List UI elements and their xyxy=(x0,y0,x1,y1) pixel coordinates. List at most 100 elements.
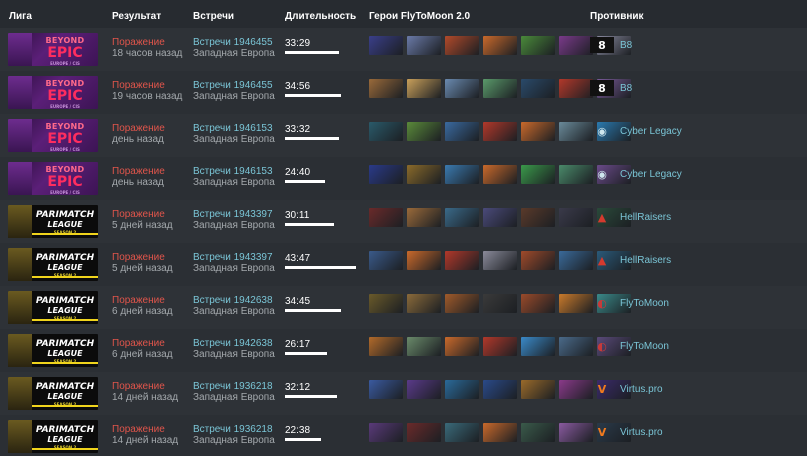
hero-portrait[interactable] xyxy=(521,294,555,313)
table-row[interactable]: PARIMATCHLEAGUESEASON 2 Поражение14 дней … xyxy=(0,415,807,456)
b8-logo-icon[interactable]: 8 xyxy=(590,80,614,96)
cyber-legacy-logo-icon[interactable]: ◉ xyxy=(590,166,614,182)
hero-portrait[interactable] xyxy=(445,380,479,399)
b8-logo-icon[interactable]: 8 xyxy=(590,37,614,53)
match-link[interactable]: Встречи 1946455 xyxy=(193,37,275,48)
match-link[interactable]: Встречи 1946455 xyxy=(193,80,275,91)
table-row[interactable]: PARIMATCHLEAGUESEASON 2 Поражение5 дней н… xyxy=(0,243,807,286)
hero-portrait[interactable] xyxy=(559,36,593,55)
hero-portrait[interactable] xyxy=(483,380,517,399)
hero-portrait[interactable] xyxy=(559,251,593,270)
hero-portrait[interactable] xyxy=(559,79,593,98)
hero-portrait[interactable] xyxy=(369,337,403,356)
col-result-header[interactable]: Результат xyxy=(112,11,161,22)
hero-portrait[interactable] xyxy=(445,251,479,270)
hero-portrait[interactable] xyxy=(483,165,517,184)
cyber-legacy-logo-icon[interactable]: ◉ xyxy=(590,123,614,139)
hero-portrait[interactable] xyxy=(369,36,403,55)
hero-portrait[interactable] xyxy=(559,208,593,227)
table-row[interactable]: PARIMATCHLEAGUESEASON 2 Поражение6 дней н… xyxy=(0,329,807,372)
hero-portrait[interactable] xyxy=(369,251,403,270)
flytomoon-logo-icon[interactable]: ◐ xyxy=(590,338,614,354)
hero-portrait[interactable] xyxy=(559,337,593,356)
virtus-pro-logo-icon[interactable]: V xyxy=(590,424,614,440)
parimatch-league-logo[interactable]: PARIMATCHLEAGUESEASON 2 xyxy=(8,205,98,238)
table-row[interactable]: PARIMATCHLEAGUESEASON 2 Поражение6 дней н… xyxy=(0,286,807,329)
col-league-header[interactable]: Лига xyxy=(9,11,32,22)
hero-portrait[interactable] xyxy=(521,165,555,184)
hero-portrait[interactable] xyxy=(559,122,593,141)
col-matches-header[interactable]: Встречи xyxy=(193,11,234,22)
hero-portrait[interactable] xyxy=(445,294,479,313)
beyond-epic-league-logo[interactable]: BEYOND EPIC EUROPE / CIS xyxy=(8,76,98,109)
hero-portrait[interactable] xyxy=(369,79,403,98)
opponent-link[interactable]: Virtus.pro xyxy=(620,427,663,438)
hero-portrait[interactable] xyxy=(445,79,479,98)
match-link[interactable]: Встречи 1942638 xyxy=(193,295,275,306)
table-row[interactable]: BEYOND EPIC EUROPE / CIS Поражение день наза… xyxy=(0,157,807,200)
beyond-epic-league-logo[interactable]: BEYOND EPIC EUROPE / CIS xyxy=(8,33,98,66)
opponent-link[interactable]: Virtus.pro xyxy=(620,384,663,395)
opponent-link[interactable]: B8 xyxy=(620,83,632,94)
match-link[interactable]: Встречи 1943397 xyxy=(193,252,275,263)
hero-portrait[interactable] xyxy=(407,337,441,356)
hero-portrait[interactable] xyxy=(445,36,479,55)
hero-portrait[interactable] xyxy=(407,423,441,442)
hero-portrait[interactable] xyxy=(521,380,555,399)
hero-portrait[interactable] xyxy=(407,208,441,227)
parimatch-league-logo[interactable]: PARIMATCHLEAGUESEASON 2 xyxy=(8,377,98,410)
table-row[interactable]: BEYOND EPIC EUROPE / CIS Поражение 18 часов … xyxy=(0,28,807,71)
hero-portrait[interactable] xyxy=(407,294,441,313)
hero-portrait[interactable] xyxy=(445,208,479,227)
opponent-link[interactable]: Cyber Legacy xyxy=(620,126,682,137)
hero-portrait[interactable] xyxy=(521,208,555,227)
opponent-link[interactable]: HellRaisers xyxy=(620,212,671,223)
hero-portrait[interactable] xyxy=(521,79,555,98)
hero-portrait[interactable] xyxy=(521,337,555,356)
hero-portrait[interactable] xyxy=(483,208,517,227)
hero-portrait[interactable] xyxy=(407,79,441,98)
hero-portrait[interactable] xyxy=(483,337,517,356)
hero-portrait[interactable] xyxy=(521,122,555,141)
opponent-link[interactable]: B8 xyxy=(620,40,632,51)
hero-portrait[interactable] xyxy=(559,165,593,184)
hero-portrait[interactable] xyxy=(559,294,593,313)
parimatch-league-logo[interactable]: PARIMATCHLEAGUESEASON 2 xyxy=(8,248,98,281)
hero-portrait[interactable] xyxy=(483,122,517,141)
parimatch-league-logo[interactable]: PARIMATCHLEAGUESEASON 2 xyxy=(8,420,98,453)
opponent-link[interactable]: HellRaisers xyxy=(620,255,671,266)
hero-portrait[interactable] xyxy=(407,380,441,399)
match-link[interactable]: Встречи 1936218 xyxy=(193,381,275,392)
table-row[interactable]: BEYOND EPIC EUROPE / CIS Поражение день наза… xyxy=(0,114,807,157)
virtus-pro-logo-icon[interactable]: V xyxy=(590,381,614,397)
col-heroes-header[interactable]: Герои FlyToMoon 2.0 xyxy=(369,11,470,22)
match-link[interactable]: Встречи 1942638 xyxy=(193,338,275,349)
hero-portrait[interactable] xyxy=(483,423,517,442)
table-row[interactable]: PARIMATCHLEAGUESEASON 2 Поражение14 дней … xyxy=(0,372,807,415)
flytomoon-logo-icon[interactable]: ◐ xyxy=(590,295,614,311)
hero-portrait[interactable] xyxy=(559,380,593,399)
hero-portrait[interactable] xyxy=(483,79,517,98)
beyond-epic-league-logo[interactable]: BEYOND EPIC EUROPE / CIS xyxy=(8,162,98,195)
opponent-link[interactable]: FlyToMoon xyxy=(620,298,669,309)
hero-portrait[interactable] xyxy=(407,251,441,270)
hero-portrait[interactable] xyxy=(521,423,555,442)
hero-portrait[interactable] xyxy=(407,165,441,184)
hero-portrait[interactable] xyxy=(369,294,403,313)
hero-portrait[interactable] xyxy=(445,337,479,356)
hellraisers-logo-icon[interactable]: ▲ xyxy=(590,209,614,225)
hero-portrait[interactable] xyxy=(369,380,403,399)
beyond-epic-league-logo[interactable]: BEYOND EPIC EUROPE / CIS xyxy=(8,119,98,152)
hero-portrait[interactable] xyxy=(483,251,517,270)
hero-portrait[interactable] xyxy=(445,423,479,442)
table-row[interactable]: PARIMATCHLEAGUESEASON 2 Поражение5 дней н… xyxy=(0,200,807,243)
hero-portrait[interactable] xyxy=(369,165,403,184)
hero-portrait[interactable] xyxy=(483,294,517,313)
col-duration-header[interactable]: Длительность xyxy=(285,11,356,22)
hero-portrait[interactable] xyxy=(445,165,479,184)
parimatch-league-logo[interactable]: PARIMATCHLEAGUESEASON 2 xyxy=(8,334,98,367)
match-link[interactable]: Встречи 1946153 xyxy=(193,123,275,134)
match-link[interactable]: Встречи 1943397 xyxy=(193,209,275,220)
hero-portrait[interactable] xyxy=(369,122,403,141)
hero-portrait[interactable] xyxy=(521,251,555,270)
